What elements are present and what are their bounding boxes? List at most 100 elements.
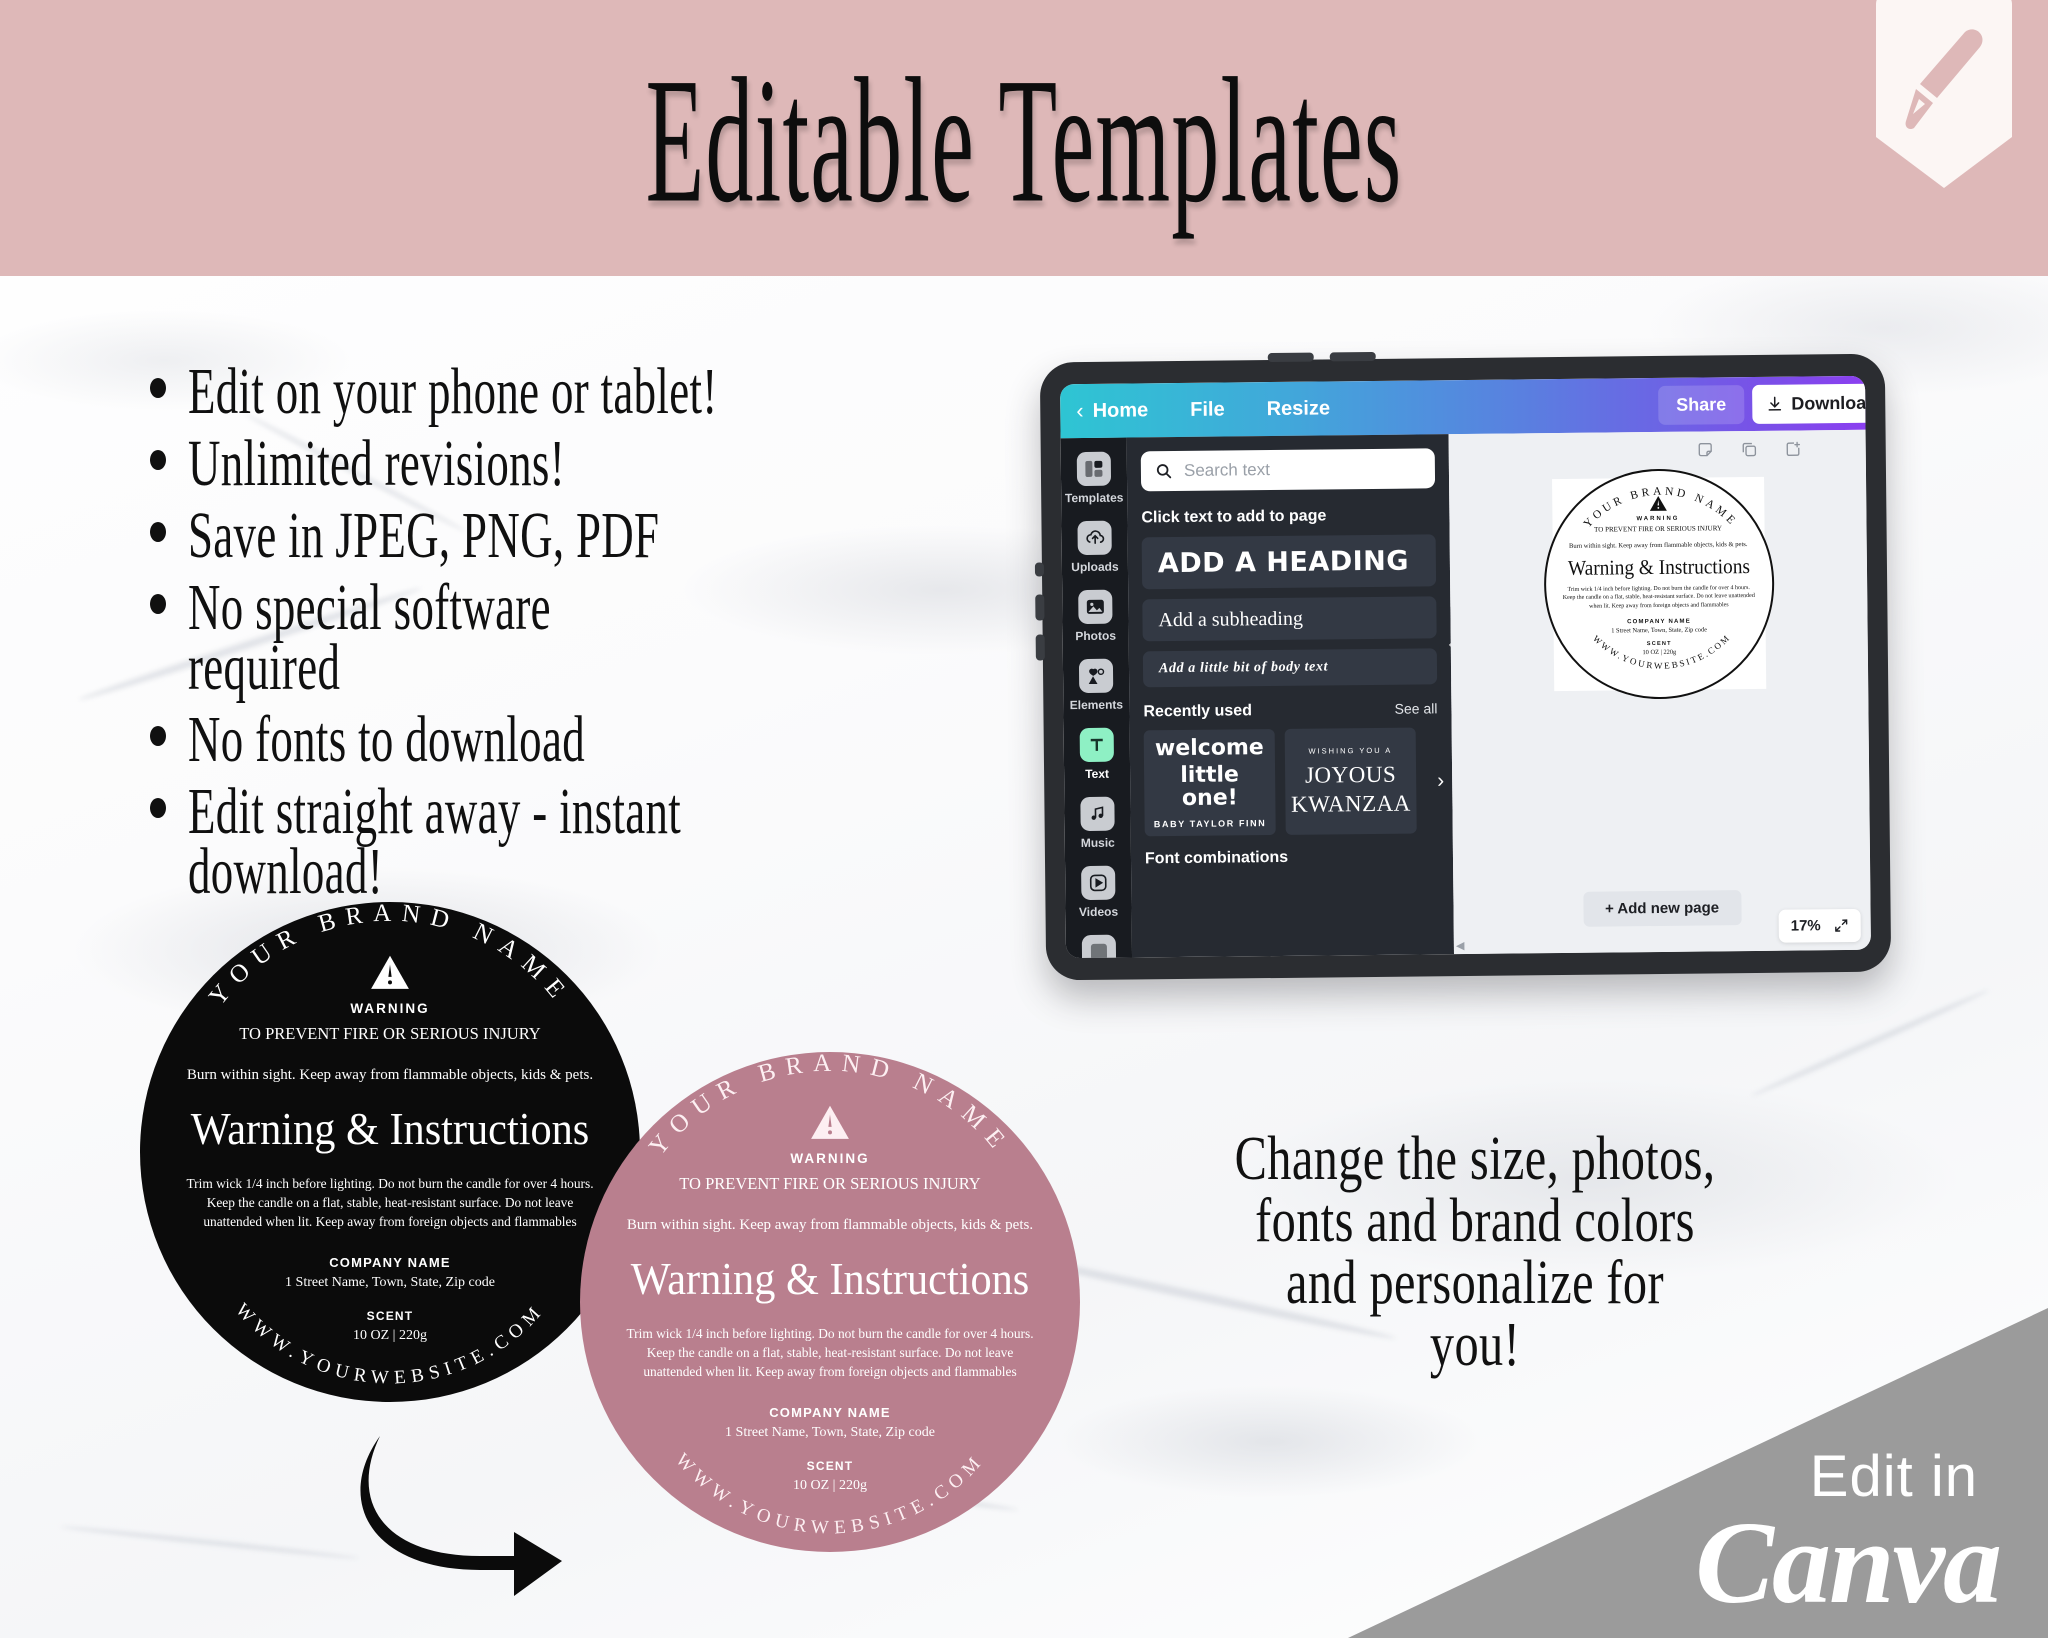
duplicate-icon[interactable] (1741, 441, 1758, 458)
download-icon (1768, 396, 1782, 411)
recent-item-sub: BABY TAYLOR FINN (1153, 818, 1267, 830)
recent-item[interactable]: WISHING YOU A JOYOUS KWANZAA (1284, 727, 1417, 835)
list-item: No special software required (150, 572, 1030, 704)
svg-text:YOUR BRAND NAME: YOUR BRAND NAME (204, 902, 576, 1011)
list-item-label: No fonts to download (188, 703, 585, 776)
topbar-actions: Share Download (1658, 376, 1871, 432)
download-label: Download (1791, 392, 1871, 414)
pencil-badge (1876, 0, 2012, 188)
label-title: Warning & Instructions (630, 1253, 1030, 1304)
canvas-scroll-indicator[interactable]: ◀ (1456, 939, 1465, 952)
chevron-right-icon[interactable]: › (1437, 769, 1444, 793)
play-icon (1081, 865, 1116, 901)
canva-text-panel: Search text Click text to add to page AD… (1126, 434, 1455, 958)
recent-item-line-1: welcome (1154, 735, 1264, 762)
label-content: YOUR BRAND NAME WARNING TO PREVENT FIRE … (140, 902, 640, 1402)
zoom-control[interactable]: 17% (1778, 908, 1861, 943)
search-input[interactable]: Search text (1140, 448, 1436, 492)
recently-used-title: Recently used (1143, 702, 1253, 721)
recent-item-line-2: little one! (1180, 762, 1240, 811)
list-item-line-2: download! (188, 835, 384, 908)
brand-name-arc: YOUR BRAND NAME (644, 1052, 1006, 1161)
sidebar-item-label: Elements (1069, 697, 1124, 713)
list-item-label: Unlimited revisions! (188, 427, 566, 500)
back-chevron-icon[interactable]: ‹ (1076, 398, 1084, 423)
recently-used-list: welcome little one! BABY TAYLOR FINN WIS… (1143, 727, 1444, 837)
svg-text:WWW.YOURWEBSITE.COM: WWW.YOURWEBSITE.COM (671, 1449, 989, 1538)
promo-line-3: and personalize for (1285, 1249, 1665, 1317)
sidebar-item-uploads[interactable]: Uploads (1061, 520, 1128, 575)
upload-cloud-icon (1077, 520, 1112, 556)
notes-icon[interactable] (1697, 441, 1714, 458)
list-item: Edit on your phone or tablet! (150, 355, 1030, 428)
recent-item-line-1: JOYOUS (1304, 761, 1397, 788)
sidebar-item-music[interactable]: Music (1064, 796, 1131, 851)
text-card-heading[interactable]: ADD A HEADING (1141, 534, 1437, 590)
download-button[interactable]: Download (1752, 383, 1871, 424)
svg-text:YOUR BRAND NAME: YOUR BRAND NAME (1581, 485, 1739, 531)
see-all-link[interactable]: See all (1395, 700, 1438, 716)
list-item-label: Edit on your phone or tablet! (188, 355, 718, 428)
canvas-toolbar (1697, 440, 1802, 458)
menu-resize[interactable]: Resize (1267, 397, 1331, 421)
sidebar-item-label: Music (1080, 835, 1115, 851)
label-content: YOUR BRAND NAME WARNING TO PREVENT FIRE … (1544, 470, 1772, 698)
templates-icon (1076, 451, 1112, 487)
sidebar-item-photos[interactable]: Photos (1062, 589, 1129, 644)
text-card-subheading[interactable]: Add a subheading (1142, 596, 1437, 642)
website-arc-text: WWW.YOURWEBSITE.COM (671, 1449, 989, 1538)
canva-app-screen: ‹ Home File Resize Share Download Templa… (1060, 375, 1871, 959)
page-title: Editable Templates (645, 40, 1403, 240)
recent-item[interactable]: welcome little one! BABY TAYLOR FINN (1143, 729, 1276, 837)
sidebar-item-videos[interactable]: Videos (1065, 865, 1132, 920)
elements-icon (1078, 658, 1114, 694)
sidebar-item-elements[interactable]: Elements (1063, 658, 1130, 713)
sidebar-item-text[interactable]: Text (1064, 727, 1131, 782)
add-new-page-button[interactable]: + Add new page (1582, 890, 1742, 927)
canva-top-bar: ‹ Home File Resize Share Download (1060, 375, 1871, 439)
website-arc: WWW.YOURWEBSITE.COM (671, 1449, 983, 1538)
text-icon (1079, 727, 1114, 763)
add-page-icon[interactable] (1785, 440, 1802, 457)
pencil-icon (1905, 29, 1983, 130)
search-placeholder: Search text (1183, 460, 1271, 480)
menu-home[interactable]: Home (1093, 399, 1149, 423)
bullet-dot (150, 726, 166, 746)
list-item: No fonts to download (150, 703, 1030, 776)
photo-icon (1078, 589, 1113, 625)
page-header: Editable Templates (0, 0, 2048, 276)
sidebar-item-background[interactable] (1066, 934, 1132, 959)
label-content: YOUR BRAND NAME WARNING TO PREVENT FIRE … (580, 1052, 1080, 1552)
promo-copy: Change the size, photos, fonts and brand… (1218, 1128, 1733, 1376)
promo-line-2: fonts and brand colors (1255, 1187, 1695, 1255)
promo-line-1: Change the size, photos, (1234, 1125, 1716, 1193)
canva-brand-label: Canva (1695, 1497, 2002, 1628)
svg-text:YOUR BRAND NAME: YOUR BRAND NAME (644, 1052, 1016, 1161)
candle-warning-label-preview[interactable]: YOUR BRAND NAME WARNING TO PREVENT FIRE … (1542, 467, 1775, 701)
canvas-page[interactable]: YOUR BRAND NAME WARNING TO PREVENT FIRE … (1542, 467, 1775, 701)
share-button[interactable]: Share (1658, 384, 1745, 425)
background-icon (1081, 934, 1117, 959)
sidebar-item-label: Templates (1064, 490, 1124, 506)
website-arc-text: WWW.YOURWEBSITE.COM (1590, 632, 1732, 672)
bullet-dot (150, 450, 166, 470)
text-card-body[interactable]: Add a little bit of body text (1142, 648, 1438, 688)
menu-file[interactable]: File (1190, 398, 1225, 421)
list-item: Unlimited revisions! (150, 427, 1030, 500)
svg-text:WWW.YOURWEBSITE.COM: WWW.YOURWEBSITE.COM (1590, 632, 1732, 672)
candle-label-black: YOUR BRAND NAME WARNING TO PREVENT FIRE … (140, 902, 640, 1402)
label-title: Warning & Instructions (1567, 554, 1750, 580)
promo-line-4: you! (1429, 1311, 1521, 1379)
sidebar-item-templates[interactable]: Templates (1061, 451, 1128, 506)
label-title: Warning & Instructions (190, 1103, 590, 1154)
brand-name-arc: YOUR BRAND NAME (1581, 485, 1739, 531)
list-item: Save in JPEG, PNG, PDF (150, 500, 1030, 569)
expand-icon[interactable] (1834, 918, 1849, 933)
list-item-line-2: required (188, 631, 341, 704)
curved-arrow-icon (360, 1436, 562, 1596)
search-icon (1156, 464, 1172, 479)
canva-sidebar: Templates Uploads Photos Elements Text M… (1060, 437, 1133, 959)
music-note-icon (1080, 796, 1115, 832)
brand-arc-text: YOUR BRAND NAME (204, 902, 576, 1011)
brand-name-arc: YOUR BRAND NAME (204, 902, 566, 1011)
